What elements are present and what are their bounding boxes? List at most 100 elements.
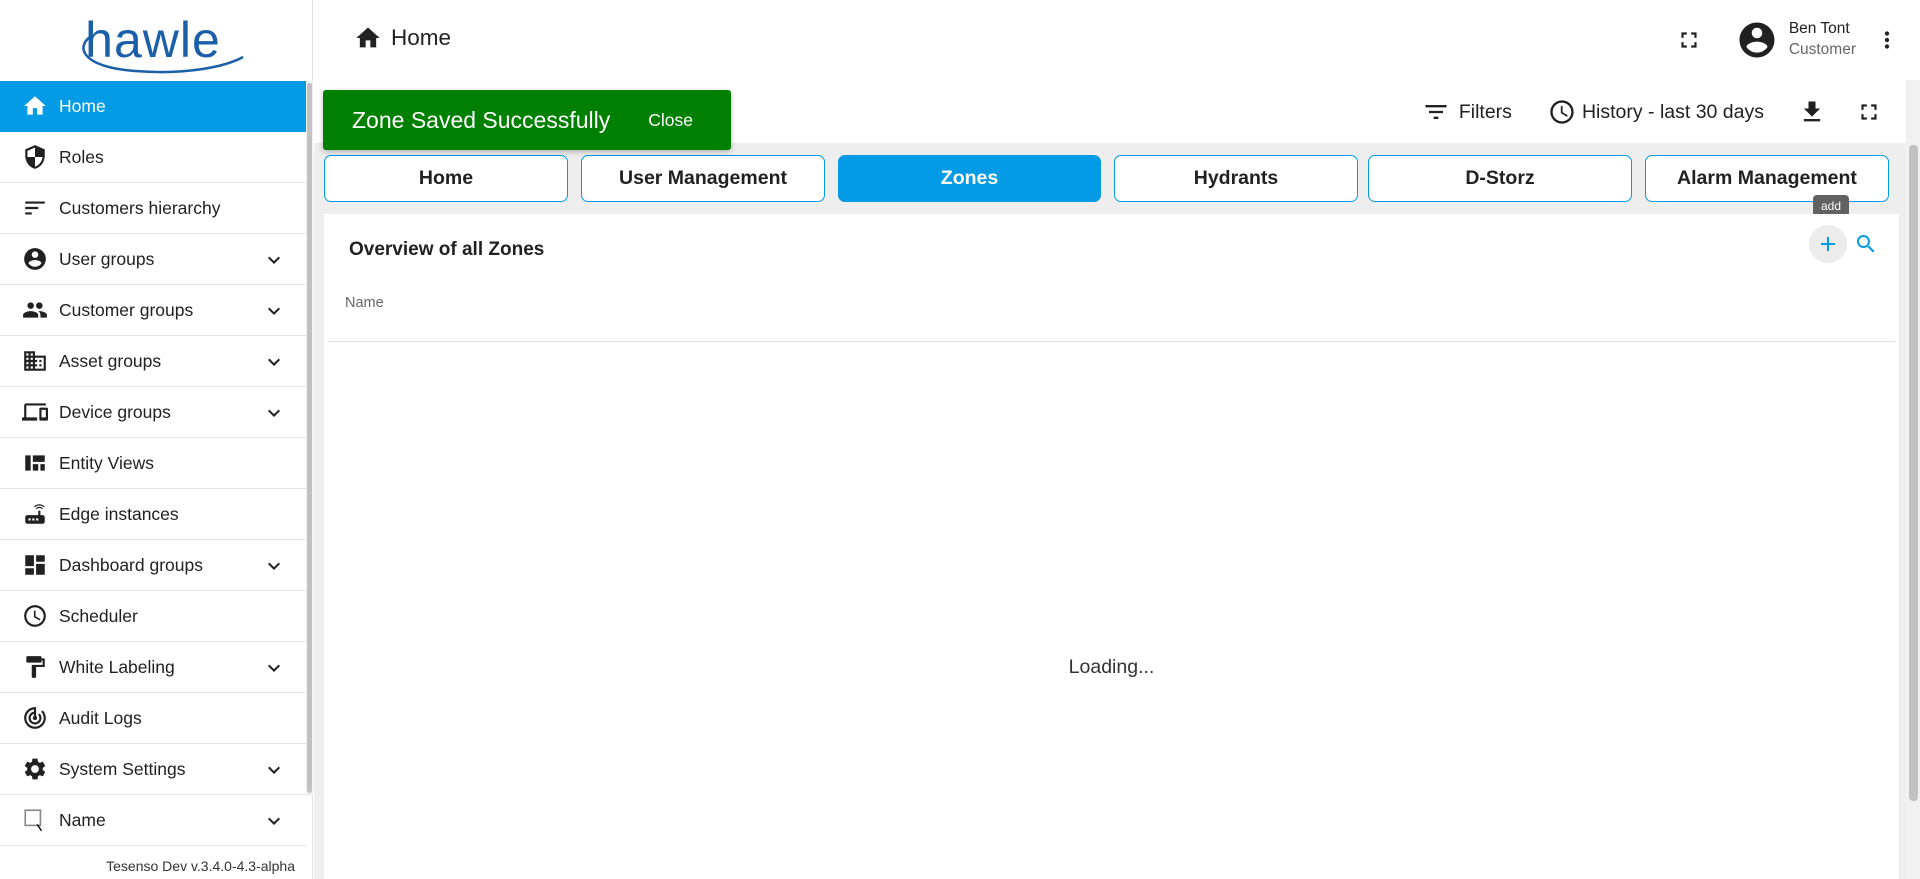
logo[interactable]: hawle: [0, 0, 312, 80]
chevron-down-icon[interactable]: [262, 401, 286, 425]
sidebar-item-roles[interactable]: Roles: [0, 132, 306, 183]
zones-card: Overview of all Zones Name Loading...: [324, 214, 1899, 879]
account-circle-icon: [1739, 22, 1775, 58]
search-button[interactable]: [1847, 225, 1885, 263]
page-title-text: Home: [391, 25, 452, 50]
people-icon: [21, 297, 48, 324]
sidebar-item-label: Entity Views: [59, 452, 154, 473]
sidebar-item-label: Audit Logs: [59, 707, 142, 728]
tab-zones[interactable]: Zones: [838, 155, 1101, 202]
main-scrollbar-thumb[interactable]: [1909, 145, 1918, 801]
sidebar-item-label: Roles: [59, 146, 104, 167]
tab-user-management[interactable]: User Management: [581, 155, 825, 202]
sidebar-item-label: User groups: [59, 248, 155, 269]
sidebar-item-dashboard-groups[interactable]: Dashboard groups: [0, 540, 306, 591]
user-role: Customer: [1788, 41, 1856, 58]
chevron-down-icon[interactable]: [262, 299, 286, 323]
track-changes-icon: [21, 705, 48, 732]
toast-close-button[interactable]: Close: [648, 110, 693, 131]
download-icon[interactable]: [1798, 98, 1826, 126]
sidebar-item-home[interactable]: Home: [0, 81, 306, 132]
devices-icon: [21, 399, 48, 426]
filter-icon: [1425, 105, 1447, 119]
sidebar-scrollbar-thumb[interactable]: [307, 83, 312, 793]
fullscreen-icon[interactable]: [1676, 27, 1702, 53]
app-root: hawle Home Roles Customers hierarchy Use…: [0, 0, 1920, 879]
sidebar-item-name[interactable]: Name: [0, 795, 306, 846]
dashboard-tabs: Home User Management Zones Hydrants D-St…: [324, 155, 1899, 217]
sidebar: hawle Home Roles Customers hierarchy Use…: [0, 0, 313, 879]
sidebar-item-customers-hierarchy[interactable]: Customers hierarchy: [0, 183, 306, 234]
sidebar-item-label: Asset groups: [59, 350, 162, 371]
loading-text: Loading...: [1068, 656, 1155, 678]
user-info: Ben Tont Customer: [1789, 19, 1856, 61]
top-header: Home Ben Tont Customer: [314, 0, 1920, 80]
chevron-down-icon[interactable]: [262, 809, 286, 833]
add-button[interactable]: [1809, 225, 1847, 263]
sidebar-item-label: White Labeling: [59, 656, 175, 677]
table-header-divider: [328, 341, 1895, 342]
chevron-down-icon[interactable]: [262, 656, 286, 680]
tab-home[interactable]: Home: [324, 155, 568, 202]
dashboard-area: Home User Management Zones Hydrants D-St…: [314, 143, 1906, 879]
history-button[interactable]: History - last 30 days: [1548, 98, 1764, 126]
more-vert-icon[interactable]: [1874, 27, 1900, 53]
sidebar-item-label: System Settings: [59, 758, 186, 779]
sidebar-item-label: Customer groups: [59, 299, 194, 320]
toolbar-actions: Filters History - last 30 days: [1422, 84, 1882, 140]
sidebar-item-customer-groups[interactable]: Customer groups: [0, 285, 306, 336]
card-actions: [1809, 225, 1885, 263]
sidebar-item-scheduler[interactable]: Scheduler: [0, 591, 306, 642]
column-header-name[interactable]: Name: [345, 295, 384, 311]
user-name: Ben Tont: [1788, 20, 1850, 38]
sidebar-item-user-groups[interactable]: User groups: [0, 234, 306, 285]
chevron-down-icon[interactable]: [262, 248, 286, 272]
shield-icon: [21, 144, 48, 171]
home-icon: [356, 27, 380, 48]
chevron-down-icon[interactable]: [262, 554, 286, 578]
sidebar-item-entity-views[interactable]: Entity Views: [0, 438, 306, 489]
history-label: History - last 30 days: [1581, 100, 1764, 123]
format-paint-icon: [21, 654, 48, 681]
search-icon: [1857, 235, 1875, 253]
sidebar-item-label: Name: [59, 809, 106, 830]
view-quilt-icon: [21, 450, 48, 477]
page-title: Home: [354, 24, 451, 52]
add-icon: [1821, 237, 1835, 251]
router-icon: [21, 501, 48, 528]
sort-icon: [21, 195, 48, 222]
header-actions: Ben Tont Customer: [1676, 0, 1920, 80]
schedule-icon: [1550, 100, 1574, 124]
home-icon: [21, 93, 48, 120]
sidebar-item-edge-instances[interactable]: Edge instances: [0, 489, 306, 540]
sidebar-item-label: Edge instances: [59, 503, 179, 524]
success-toast: Zone Saved Successfully Close: [323, 90, 731, 150]
sidebar-item-label: Home: [59, 95, 106, 116]
settings-icon: [21, 756, 48, 783]
account-circle-icon: [21, 246, 48, 273]
card-title: Overview of all Zones: [349, 239, 545, 260]
broken-image-icon: [21, 807, 48, 834]
tab-d-storz[interactable]: D-Storz: [1368, 155, 1632, 202]
sidebar-item-label: Dashboard groups: [59, 554, 203, 575]
fullscreen-icon[interactable]: [1856, 99, 1882, 125]
sidebar-item-asset-groups[interactable]: Asset groups: [0, 336, 306, 387]
sidebar-item-system-settings[interactable]: System Settings: [0, 744, 306, 795]
filters-button[interactable]: Filters: [1422, 98, 1512, 126]
sidebar-item-label: Scheduler: [59, 605, 138, 626]
logo-wordmark: hawle: [82, 15, 244, 74]
avatar: [1736, 19, 1778, 61]
user-menu[interactable]: Ben Tont Customer: [1736, 19, 1856, 61]
dashboard-icon: [21, 552, 48, 579]
tab-alarm-management[interactable]: Alarm Management: [1645, 155, 1889, 202]
toast-message: Zone Saved Successfully: [352, 106, 611, 133]
sidebar-item-white-labeling[interactable]: White Labeling: [0, 642, 306, 693]
domain-icon: [21, 348, 48, 375]
sidebar-item-audit-logs[interactable]: Audit Logs: [0, 693, 306, 744]
tab-hydrants[interactable]: Hydrants: [1114, 155, 1358, 202]
chevron-down-icon[interactable]: [262, 758, 286, 782]
sidebar-item-label: Device groups: [59, 401, 171, 422]
version-label: Tesenso Dev v.3.4.0-4.3-alpha: [106, 858, 295, 874]
sidebar-item-device-groups[interactable]: Device groups: [0, 387, 306, 438]
chevron-down-icon[interactable]: [262, 350, 286, 374]
